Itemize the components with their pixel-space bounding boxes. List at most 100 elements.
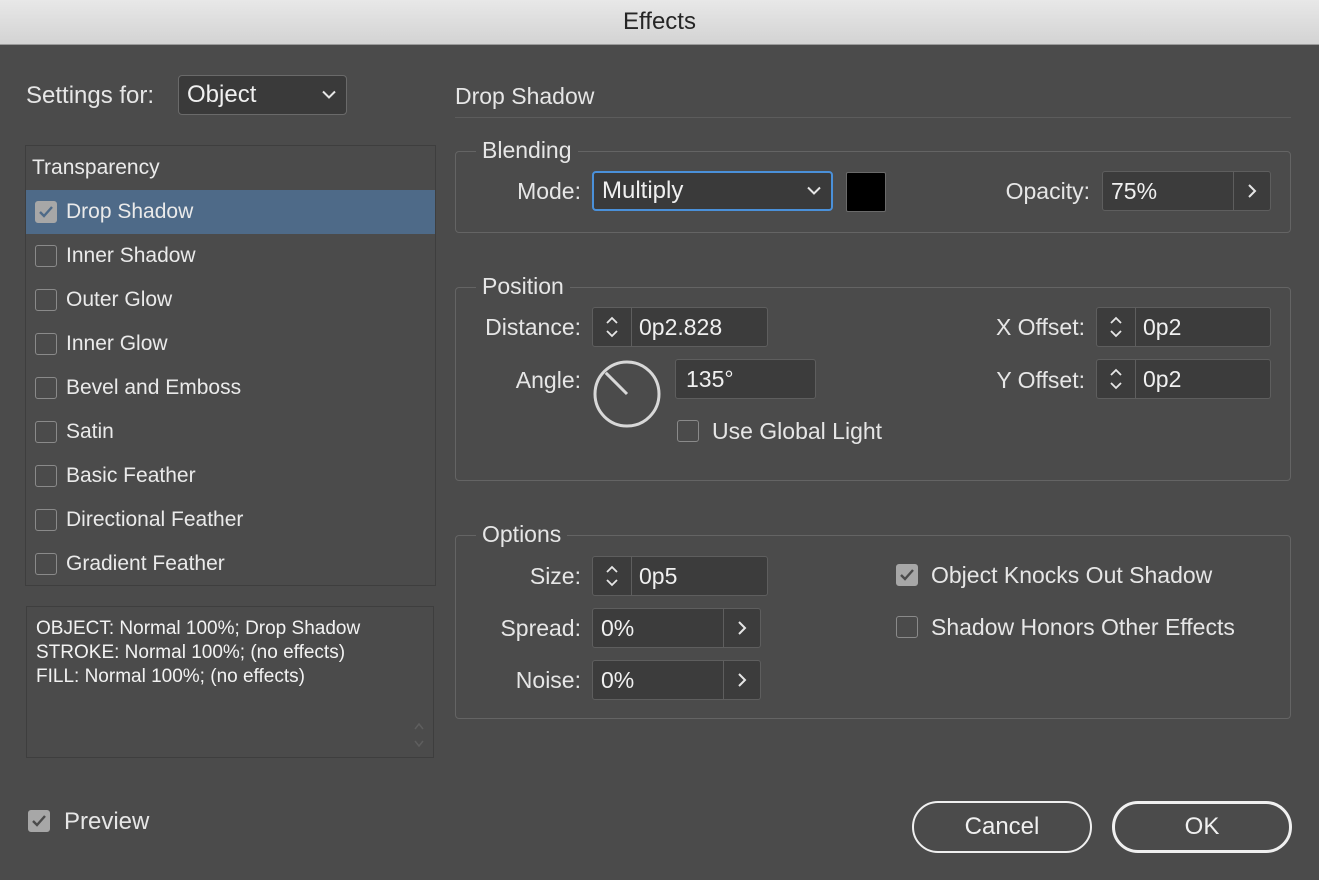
opacity-field[interactable]: 75%	[1102, 171, 1271, 211]
effect-label: Gradient Feather	[66, 552, 225, 575]
panel-divider	[455, 117, 1291, 118]
effect-label: Inner Shadow	[66, 244, 196, 267]
noise-label: Noise:	[515, 667, 581, 693]
summary-line-fill: FILL: Normal 100%; (no effects)	[36, 666, 305, 687]
settings-for-label: Settings for:	[26, 82, 155, 109]
effect-item-bevel-and-emboss[interactable]: Bevel and Emboss	[26, 366, 435, 410]
effect-item-drop-shadow[interactable]: Drop Shadow	[26, 190, 435, 234]
opacity-label: Opacity:	[1005, 178, 1090, 204]
checkmark-icon	[32, 815, 46, 827]
effect-item-satin[interactable]: Satin	[26, 410, 435, 454]
position-title: Position	[476, 273, 570, 300]
preview-label: Preview	[64, 808, 150, 835]
title-bar: Effects	[0, 0, 1319, 45]
up-down-arrows-icon	[1110, 316, 1122, 338]
mode-label: Mode:	[517, 178, 581, 204]
global-light-label: Use Global Light	[712, 418, 883, 444]
effect-label: Basic Feather	[66, 464, 196, 487]
x-offset-stepper[interactable]	[1097, 308, 1136, 346]
summary-line-object: OBJECT: Normal 100%; Drop Shadow	[36, 618, 361, 639]
spread-label: Spread:	[500, 615, 581, 641]
effect-checkbox[interactable]	[35, 245, 57, 267]
effect-checkbox[interactable]	[35, 553, 57, 575]
opacity-slider-button[interactable]	[1233, 172, 1270, 210]
effect-item-directional-feather[interactable]: Directional Feather	[26, 498, 435, 542]
shadow-color-swatch[interactable]	[846, 172, 886, 212]
distance-stepper[interactable]	[593, 308, 632, 346]
window-title: Effects	[623, 8, 696, 35]
effect-checkbox[interactable]	[35, 509, 57, 531]
chevron-right-icon	[737, 673, 746, 687]
knockout-checkbox[interactable]	[896, 564, 918, 586]
distance-value: 0p2.828	[639, 313, 723, 340]
noise-value: 0%	[601, 666, 635, 693]
settings-for-select[interactable]: Object	[178, 75, 347, 115]
x-offset-value: 0p2	[1143, 313, 1182, 340]
settings-for-value: Object	[187, 81, 257, 108]
honors-effects-checkbox[interactable]	[896, 616, 918, 638]
angle-value: 135°	[686, 365, 734, 392]
angle-label: Angle:	[515, 367, 581, 393]
cancel-button[interactable]: Cancel	[912, 801, 1092, 853]
effect-label: Satin	[66, 420, 114, 443]
spread-value: 0%	[601, 614, 635, 641]
distance-field[interactable]: 0p2.828	[592, 307, 768, 347]
honors-effects-label: Shadow Honors Other Effects	[931, 614, 1235, 640]
effect-checkbox[interactable]	[35, 465, 57, 487]
x-offset-label: X Offset:	[995, 314, 1085, 340]
size-label: Size:	[529, 563, 581, 589]
effect-label: Drop Shadow	[66, 200, 194, 223]
chevron-down-icon	[322, 90, 336, 99]
effect-checkbox[interactable]	[35, 201, 57, 223]
spread-field[interactable]: 0%	[592, 608, 761, 648]
size-stepper[interactable]	[593, 557, 632, 595]
effect-item-inner-glow[interactable]: Inner Glow	[26, 322, 435, 366]
effect-item-inner-shadow[interactable]: Inner Shadow	[26, 234, 435, 278]
preview-checkbox[interactable]	[28, 810, 50, 832]
effect-checkbox[interactable]	[35, 377, 57, 399]
effect-label: Inner Glow	[66, 332, 168, 355]
y-offset-field[interactable]: 0p2	[1096, 359, 1271, 399]
chevron-right-icon	[1247, 184, 1256, 198]
panel-title: Drop Shadow	[455, 83, 595, 109]
up-down-arrows-icon	[606, 565, 618, 587]
opacity-value: 75%	[1111, 177, 1158, 204]
effect-label: Outer Glow	[66, 288, 173, 311]
noise-field[interactable]: 0%	[592, 660, 761, 700]
size-field[interactable]: 0p5	[592, 556, 768, 596]
effect-label: Directional Feather	[66, 508, 244, 531]
y-offset-stepper[interactable]	[1097, 360, 1136, 398]
mode-select[interactable]: Multiply	[592, 171, 833, 211]
blending-title: Blending	[476, 137, 578, 164]
up-down-arrows-icon	[606, 316, 618, 338]
y-offset-value: 0p2	[1143, 365, 1182, 392]
angle-dial[interactable]	[592, 359, 662, 429]
effects-summary: OBJECT: Normal 100%; Drop Shadow STROKE:…	[26, 606, 434, 758]
distance-label: Distance:	[485, 314, 581, 340]
ok-button[interactable]: OK	[1112, 801, 1292, 853]
angle-dial-needle	[604, 371, 629, 396]
effect-label: Bevel and Emboss	[66, 376, 242, 399]
effect-checkbox[interactable]	[35, 333, 57, 355]
effects-list: Transparency Drop Shadow Inner Shadow Oute…	[25, 145, 436, 586]
angle-field[interactable]: 135°	[675, 359, 816, 399]
x-offset-field[interactable]: 0p2	[1096, 307, 1271, 347]
knockout-label: Object Knocks Out Shadow	[931, 562, 1213, 588]
chevron-right-icon	[737, 621, 746, 635]
effect-checkbox[interactable]	[35, 289, 57, 311]
effect-item-gradient-feather[interactable]: Gradient Feather	[26, 542, 435, 586]
spread-slider-button[interactable]	[723, 609, 760, 647]
effect-item-outer-glow[interactable]: Outer Glow	[26, 278, 435, 322]
up-down-arrows-icon	[1110, 368, 1122, 390]
scroll-arrows-icon[interactable]	[413, 719, 425, 751]
effect-item-basic-feather[interactable]: Basic Feather	[26, 454, 435, 498]
noise-slider-button[interactable]	[723, 661, 760, 699]
checkmark-icon	[39, 206, 53, 218]
effects-list-header: Transparency	[32, 156, 160, 179]
effect-checkbox[interactable]	[35, 421, 57, 443]
checkmark-icon	[900, 569, 914, 581]
global-light-checkbox[interactable]	[677, 420, 699, 442]
summary-line-stroke: STROKE: Normal 100%; (no effects)	[36, 642, 346, 663]
mode-value: Multiply	[602, 177, 684, 204]
options-title: Options	[476, 521, 568, 548]
